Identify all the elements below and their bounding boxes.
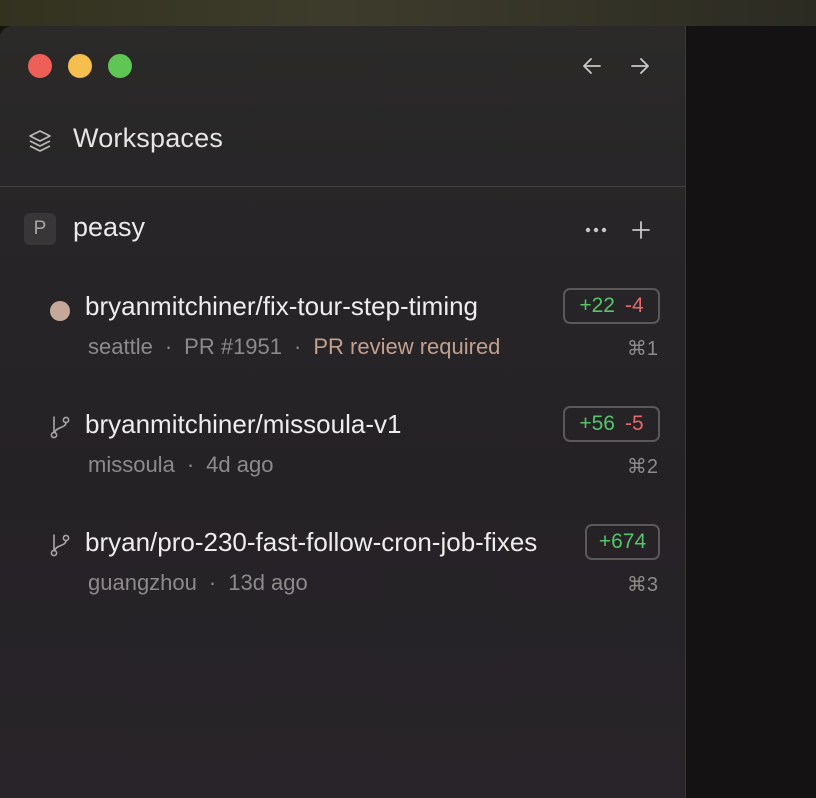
additions-count: +22 [579, 294, 615, 317]
diff-stats-badge: +674 [585, 524, 660, 560]
additions-count: +674 [598, 530, 647, 553]
additions-count: +56 [579, 412, 615, 435]
project-name: peasy [73, 212, 146, 242]
pr-number[interactable]: PR #1951 [184, 334, 282, 360]
workspace-title: bryanmitchiner/fix-tour-step-timing [85, 291, 479, 321]
keyboard-shortcut: ⌘2 [626, 456, 658, 478]
workspace-item[interactable]: bryanmitchiner/fix-tour-step-timing +22 … [0, 282, 685, 372]
back-button[interactable] [579, 52, 605, 80]
arrow-left-icon [583, 58, 601, 74]
workspace-item[interactable]: bryan/pro-230-fast-follow-cron-job-fixes… [0, 518, 685, 608]
project-more-button[interactable] [582, 218, 610, 242]
forward-button[interactable] [627, 52, 653, 80]
workspace-title: bryan/pro-230-fast-follow-cron-job-fixes [85, 527, 538, 557]
git-branch-icon [50, 534, 70, 557]
deletions-count: -4 [624, 294, 644, 317]
workspaces-title: Workspaces [73, 123, 224, 153]
workspace-location: seattle [88, 334, 153, 359]
workspace-location: guangzhou [88, 570, 197, 595]
add-workspace-button[interactable] [627, 216, 655, 244]
workspace-location: missoula [88, 452, 175, 477]
project-avatar: P [24, 213, 56, 245]
separator-dot: · [294, 334, 302, 359]
deletions-count: -5 [624, 412, 644, 435]
keyboard-shortcut: ⌘1 [626, 338, 658, 360]
workspace-title: bryanmitchiner/missoula-v1 [85, 409, 402, 439]
pr-status: PR review required [313, 334, 501, 359]
window-minimize-button[interactable] [68, 54, 92, 78]
arrow-right-icon [631, 58, 649, 74]
sidebar: Workspaces P peasy bryanmitchiner/fix-to… [0, 26, 686, 798]
keyboard-shortcut: ⌘3 [626, 574, 658, 596]
desktop-background [0, 0, 816, 26]
workspace-meta: missoula · 4d ago [88, 452, 273, 478]
workspace-meta: seattle · PR #1951 · PR review required [88, 334, 500, 360]
project-row[interactable]: P peasy [0, 210, 685, 250]
main-content-pane [686, 26, 816, 798]
diff-stats-badge: +56 -5 [563, 406, 660, 442]
plus-icon [632, 221, 650, 239]
separator-dot: · [164, 334, 173, 359]
workspace-item[interactable]: bryanmitchiner/missoula-v1 +56 -5 missou… [0, 400, 685, 490]
diff-stats-badge: +22 -4 [563, 288, 660, 324]
workspace-meta: guangzhou · 13d ago [88, 570, 308, 596]
separator-dot: · [208, 570, 217, 595]
workspace-age: 4d ago [206, 452, 274, 477]
status-dot-icon [50, 301, 70, 321]
window-maximize-button[interactable] [108, 54, 132, 78]
workspace-age: 13d ago [228, 570, 308, 595]
separator-dot: · [186, 452, 195, 477]
layers-icon [29, 130, 51, 152]
git-branch-icon [50, 416, 70, 439]
ellipsis-icon [585, 227, 607, 233]
divider [0, 186, 685, 187]
workspaces-header[interactable]: Workspaces [0, 118, 685, 164]
window-close-button[interactable] [28, 54, 52, 78]
